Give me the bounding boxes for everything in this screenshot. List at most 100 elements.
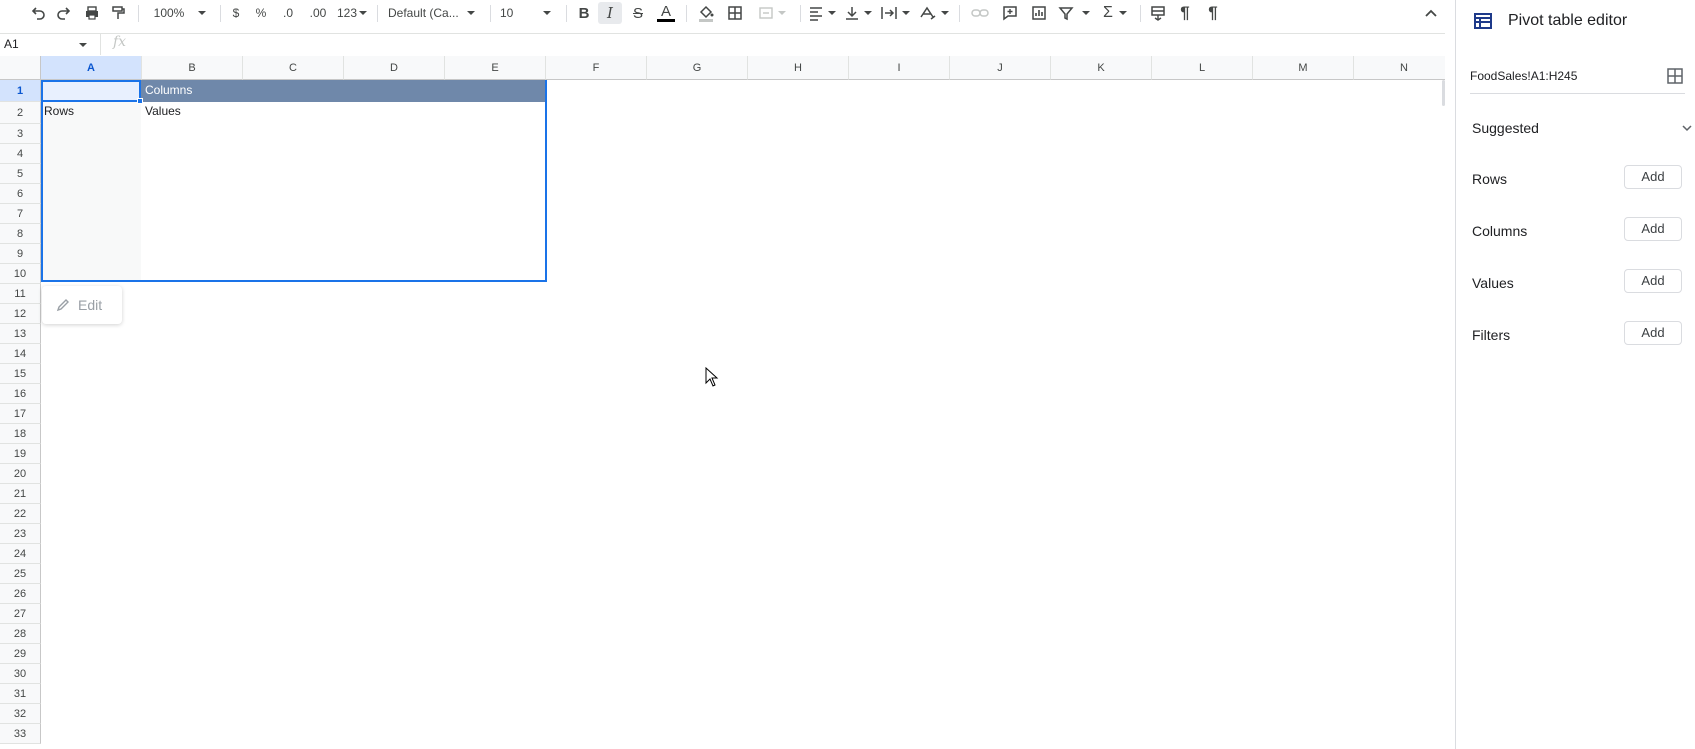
- vertical-scrollbar[interactable]: [1442, 80, 1445, 106]
- text-color-icon[interactable]: A: [654, 2, 678, 24]
- pivot-rows-label: Rows: [44, 104, 75, 118]
- strikethrough-icon[interactable]: S: [627, 2, 649, 24]
- row-header-21[interactable]: 21: [0, 484, 41, 504]
- column-header-e[interactable]: E: [445, 56, 546, 80]
- redo-icon[interactable]: [52, 2, 76, 24]
- pivot-values-label: Values: [145, 104, 181, 118]
- row-header-5[interactable]: 5: [0, 164, 41, 184]
- font-size-select[interactable]: 10: [500, 2, 558, 24]
- data-range-field[interactable]: FoodSales!A1:H245: [1470, 66, 1685, 94]
- decrease-decimals-button[interactable]: .0: [277, 2, 299, 24]
- functions-icon[interactable]: Σ: [1098, 2, 1132, 24]
- filter-icon[interactable]: [1056, 2, 1092, 24]
- row-header-26[interactable]: 26: [0, 584, 41, 604]
- font-family-select[interactable]: Default (Ca...: [388, 2, 484, 24]
- pivot-edit-button[interactable]: Edit: [42, 286, 122, 324]
- divider: [220, 5, 221, 22]
- borders-icon[interactable]: [723, 2, 747, 24]
- row-header-4[interactable]: 4: [0, 144, 41, 164]
- row-header-3[interactable]: 3: [0, 124, 41, 144]
- add-columns-button[interactable]: Add: [1624, 217, 1682, 241]
- row-header-20[interactable]: 20: [0, 464, 41, 484]
- row-header-25[interactable]: 25: [0, 564, 41, 584]
- row-header-19[interactable]: 19: [0, 444, 41, 464]
- row-header-13[interactable]: 13: [0, 324, 41, 344]
- name-box[interactable]: A1: [0, 34, 95, 55]
- print-icon[interactable]: [80, 2, 104, 24]
- select-all-corner[interactable]: [0, 56, 41, 80]
- column-header-a[interactable]: A: [41, 56, 142, 80]
- row-header-14[interactable]: 14: [0, 344, 41, 364]
- text-rotate-icon[interactable]: [917, 2, 951, 24]
- add-rows-button[interactable]: Add: [1624, 165, 1682, 189]
- link-icon[interactable]: [968, 2, 992, 24]
- divider: [566, 5, 567, 22]
- number-format-select[interactable]: 123: [335, 2, 369, 24]
- increase-decimals-button[interactable]: .00: [305, 2, 331, 24]
- row-header-17[interactable]: 17: [0, 404, 41, 424]
- row-header-15[interactable]: 15: [0, 364, 41, 384]
- collapse-icon[interactable]: [1420, 2, 1442, 24]
- pivot-table-icon: [1474, 13, 1492, 29]
- row-header-33[interactable]: 33: [0, 724, 41, 744]
- chart-icon[interactable]: [1027, 2, 1051, 24]
- italic-icon[interactable]: I: [598, 2, 622, 24]
- row-header-6[interactable]: 6: [0, 184, 41, 204]
- comment-icon[interactable]: [998, 2, 1022, 24]
- row-header-16[interactable]: 16: [0, 384, 41, 404]
- column-header-j[interactable]: J: [950, 56, 1051, 80]
- row-header-22[interactable]: 22: [0, 504, 41, 524]
- row-header-1[interactable]: 1: [0, 80, 41, 102]
- column-header-b[interactable]: B: [142, 56, 243, 80]
- zoom-select[interactable]: 100%: [150, 2, 210, 24]
- row-header-18[interactable]: 18: [0, 424, 41, 444]
- column-header-g[interactable]: G: [647, 56, 748, 80]
- currency-button[interactable]: $: [228, 2, 244, 24]
- row-header-11[interactable]: 11: [0, 284, 41, 304]
- row-header-24[interactable]: 24: [0, 544, 41, 564]
- suggested-section[interactable]: Suggested: [1472, 120, 1692, 136]
- column-header-m[interactable]: M: [1253, 56, 1354, 80]
- column-header-f[interactable]: F: [546, 56, 647, 80]
- row-header-29[interactable]: 29: [0, 644, 41, 664]
- column-header-d[interactable]: D: [344, 56, 445, 80]
- divider: [490, 5, 491, 22]
- align-left-icon[interactable]: [806, 2, 838, 24]
- column-header-h[interactable]: H: [748, 56, 849, 80]
- vertical-align-icon[interactable]: [842, 2, 874, 24]
- row-header-8[interactable]: 8: [0, 224, 41, 244]
- pivot-columns-label: Columns: [145, 83, 193, 97]
- row-header-9[interactable]: 9: [0, 244, 41, 264]
- rtl-icon[interactable]: ¶: [1202, 2, 1224, 24]
- column-header-n[interactable]: N: [1354, 56, 1445, 80]
- percent-button[interactable]: %: [253, 2, 269, 24]
- row-header-30[interactable]: 30: [0, 664, 41, 684]
- data-range-value: FoodSales!A1:H245: [1470, 69, 1578, 83]
- column-header-c[interactable]: C: [243, 56, 344, 80]
- divider: [686, 5, 687, 22]
- row-header-32[interactable]: 32: [0, 704, 41, 724]
- add-values-button[interactable]: Add: [1624, 269, 1682, 293]
- spreadsheet-grid[interactable]: ABCDEFGHIJKLMN 1 2 3 4 5 6 7 8 9 10 11 12 13 14 15 16 17…: [0, 56, 1445, 749]
- row-header-27[interactable]: 27: [0, 604, 41, 624]
- column-header-k[interactable]: K: [1051, 56, 1152, 80]
- row-header-2[interactable]: 2: [0, 102, 41, 124]
- row-header-28[interactable]: 28: [0, 624, 41, 644]
- paint-format-icon[interactable]: [106, 2, 130, 24]
- row-header-10[interactable]: 10: [0, 264, 41, 284]
- add-filters-button[interactable]: Add: [1624, 321, 1682, 345]
- undo-icon[interactable]: [26, 2, 50, 24]
- select-range-icon[interactable]: [1667, 68, 1683, 84]
- ltr-icon[interactable]: ¶: [1174, 2, 1196, 24]
- column-header-l[interactable]: L: [1152, 56, 1253, 80]
- row-header-7[interactable]: 7: [0, 204, 41, 224]
- bold-icon[interactable]: B: [573, 2, 595, 24]
- row-header-31[interactable]: 31: [0, 684, 41, 704]
- fill-color-icon[interactable]: [694, 2, 718, 24]
- row-header-12[interactable]: 12: [0, 304, 41, 324]
- freeze-icon[interactable]: [1147, 2, 1169, 24]
- row-header-23[interactable]: 23: [0, 524, 41, 544]
- column-header-i[interactable]: I: [849, 56, 950, 80]
- text-wrap-icon[interactable]: [878, 2, 912, 24]
- merge-cells-icon[interactable]: [752, 2, 792, 24]
